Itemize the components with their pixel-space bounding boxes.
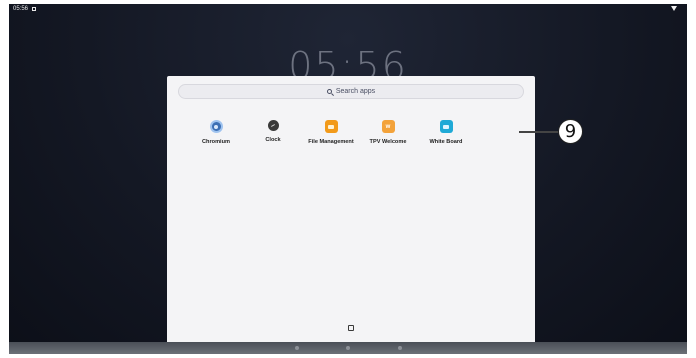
callout-number: 9: [558, 119, 583, 144]
search-placeholder: Search apps: [335, 88, 376, 95]
home-square-icon[interactable]: [348, 325, 354, 331]
app-label: White Board: [429, 139, 463, 145]
whiteboard-icon: [439, 120, 453, 133]
app-label: Clock: [265, 137, 281, 143]
app-drawer: Search apps Chromium Clock File Manageme…: [167, 76, 535, 354]
app-chromium[interactable]: Chromium: [184, 120, 248, 145]
app-label: Chromium: [202, 139, 230, 145]
search-icon: [326, 89, 332, 94]
app-file-management[interactable]: File Management: [299, 120, 363, 145]
notification-icon: [32, 7, 36, 11]
app-label: File Management: [308, 139, 354, 145]
callout-line: [519, 131, 559, 133]
status-time: 05:56: [13, 6, 29, 12]
folder-icon: [324, 120, 338, 133]
status-bar: 05:56: [9, 4, 687, 16]
wifi-icon: [671, 6, 677, 11]
search-apps-bar[interactable]: Search apps: [178, 84, 524, 99]
app-white-board[interactable]: White Board: [414, 120, 478, 145]
app-label: TPV Welcome: [369, 139, 407, 145]
tpv-icon: w: [381, 120, 395, 133]
device-screen: 05:56 05:56 Search apps Chromium Clock F…: [9, 4, 687, 354]
navigation-bar: [9, 342, 687, 354]
clock-icon: [267, 120, 279, 131]
nav-recents-icon[interactable]: [398, 346, 402, 350]
nav-home-icon[interactable]: [346, 346, 350, 350]
app-clock[interactable]: Clock: [241, 120, 305, 143]
app-tpv-welcome[interactable]: w TPV Welcome: [356, 120, 420, 145]
nav-back-icon[interactable]: [295, 346, 299, 350]
chromium-icon: [209, 120, 223, 133]
